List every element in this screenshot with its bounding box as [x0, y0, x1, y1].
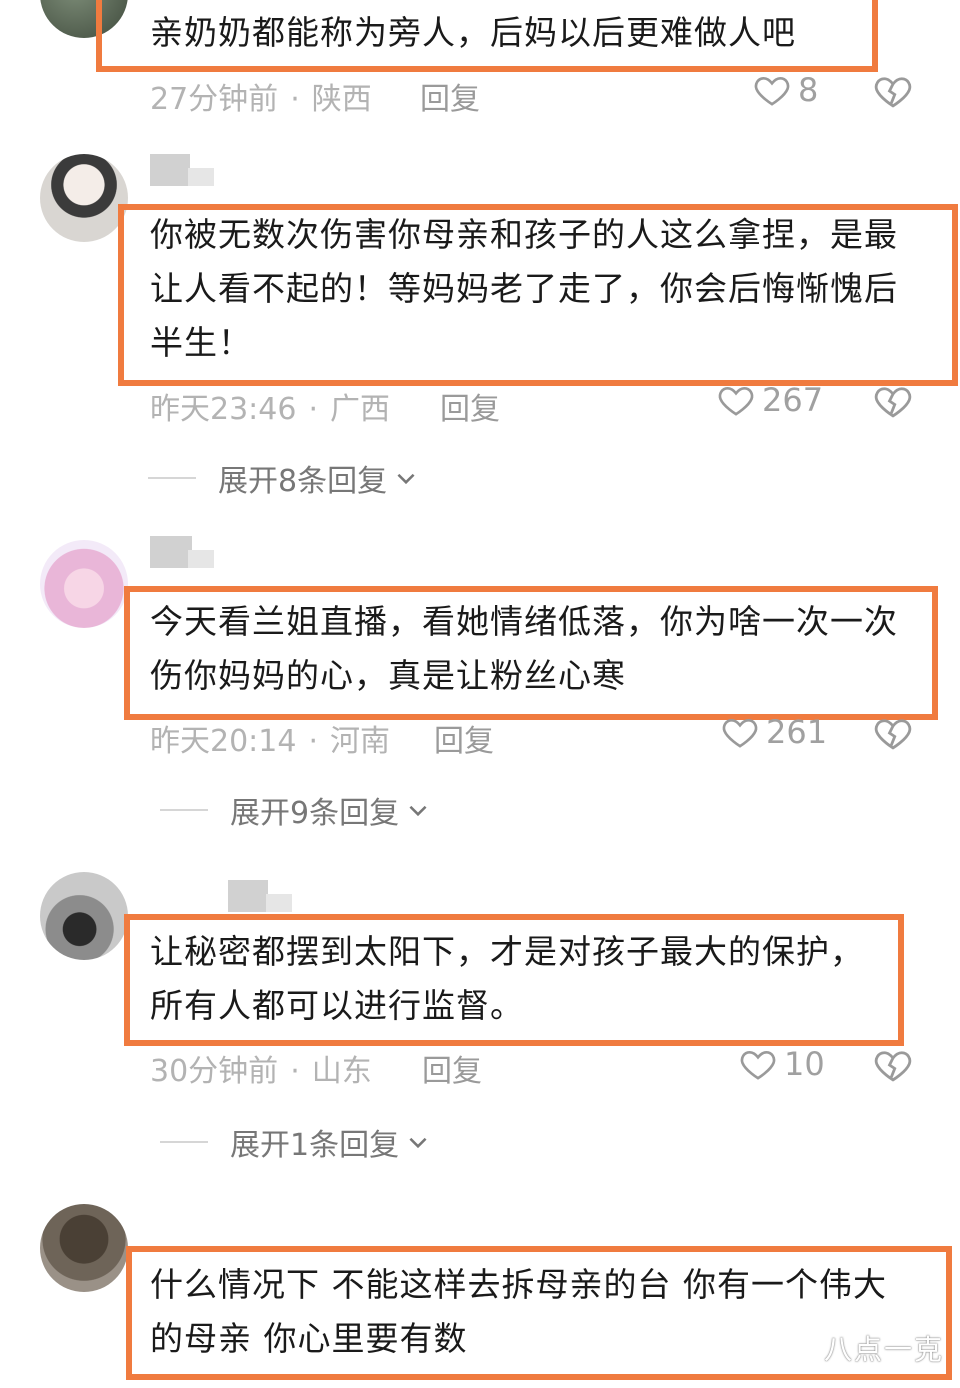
heart-icon: [740, 1050, 776, 1080]
comment-time: 30分钟前: [150, 1054, 279, 1089]
comment-time: 27分钟前: [150, 82, 279, 117]
dislike-button[interactable]: [872, 70, 914, 116]
broken-heart-icon: [874, 719, 912, 750]
chevron-down-icon: [397, 473, 415, 485]
separator-dot: ·: [290, 82, 300, 117]
broken-heart-icon: [874, 77, 912, 108]
comment-meta: 27分钟前 · 陕西: [150, 74, 372, 118]
comment-location: 广西: [330, 392, 391, 427]
avatar[interactable]: [40, 1204, 128, 1292]
comment-location: 河南: [330, 724, 391, 759]
divider: [160, 1141, 208, 1143]
separator-dot: ·: [290, 1054, 300, 1089]
expand-replies-label: 展开1条回复: [230, 1128, 400, 1163]
expand-replies-button[interactable]: 展开1条回复: [160, 1120, 431, 1164]
dislike-button[interactable]: [872, 1044, 914, 1090]
watermark: 八点一克: [823, 1333, 944, 1366]
dislike-button[interactable]: [872, 712, 914, 758]
highlight-box: [124, 914, 904, 1046]
avatar[interactable]: [40, 872, 128, 960]
like-count: 267: [762, 381, 824, 419]
highlight-box: [118, 204, 958, 386]
comment-meta: 昨天20:14 · 河南: [150, 716, 390, 760]
highlight-box: [124, 586, 938, 720]
separator-dot: ·: [308, 724, 319, 759]
like-count: 261: [766, 713, 828, 751]
divider: [148, 477, 196, 479]
reply-button[interactable]: 回复: [420, 74, 480, 118]
expand-replies-button[interactable]: 展开9条回复: [160, 788, 431, 832]
heart-icon: [722, 718, 758, 748]
separator-dot: ·: [308, 392, 319, 427]
heart-icon: [754, 76, 790, 106]
comment-time: 昨天20:14: [150, 724, 297, 759]
reply-button[interactable]: 回复: [434, 716, 494, 760]
heart-icon: [718, 386, 754, 416]
expand-replies-label: 展开9条回复: [230, 796, 400, 831]
broken-heart-icon: [874, 1051, 912, 1082]
comment-location: 陕西: [311, 82, 372, 117]
username-redacted: [150, 154, 214, 186]
like-button[interactable]: 261: [720, 712, 827, 752]
like-button[interactable]: 267: [716, 380, 823, 420]
like-count: 8: [798, 71, 819, 109]
avatar[interactable]: [40, 154, 128, 242]
reply-button[interactable]: 回复: [422, 1046, 482, 1090]
expand-replies-label: 展开8条回复: [218, 464, 388, 499]
expand-replies-button[interactable]: 展开8条回复: [148, 456, 419, 500]
username-redacted: [228, 880, 292, 912]
chevron-down-icon: [409, 1137, 427, 1149]
like-count: 10: [784, 1045, 825, 1083]
broken-heart-icon: [874, 387, 912, 418]
comment-time: 昨天23:46: [150, 392, 297, 427]
username-redacted: [150, 536, 214, 568]
divider: [160, 809, 208, 811]
comment-meta: 昨天23:46 · 广西: [150, 384, 390, 428]
like-button[interactable]: 8: [752, 70, 818, 110]
like-button[interactable]: 10: [738, 1044, 825, 1084]
comment-location: 山东: [311, 1054, 372, 1089]
chevron-down-icon: [409, 805, 427, 817]
comment-meta: 30分钟前 · 山东: [150, 1046, 372, 1090]
avatar[interactable]: [40, 540, 128, 628]
dislike-button[interactable]: [872, 380, 914, 426]
reply-button[interactable]: 回复: [440, 384, 500, 428]
highlight-box: [96, 0, 878, 72]
